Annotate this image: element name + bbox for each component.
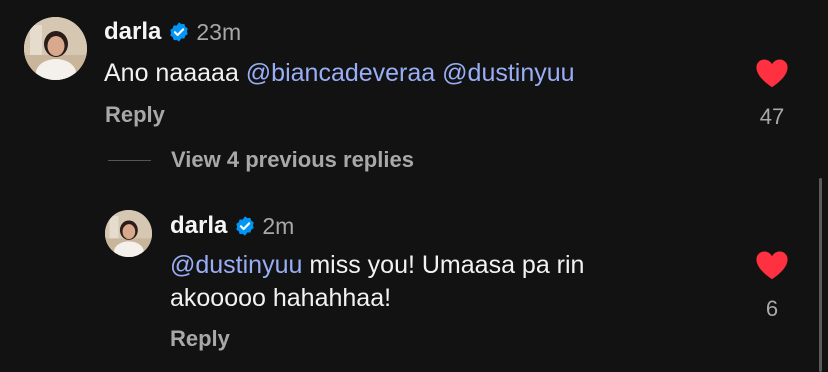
verified-badge-icon <box>168 21 190 43</box>
mention-link[interactable]: @biancadeveraa <box>246 59 435 87</box>
reply-timestamp: 2m <box>262 212 295 239</box>
mention-link[interactable]: @dustinyuu <box>442 59 574 87</box>
divider <box>108 160 151 161</box>
like-count: 6 <box>765 296 779 321</box>
reply-text-line1: miss you! Umaasa pa rin <box>302 251 585 279</box>
reply-text: @dustinyuu miss you! Umaasa pa rin akooo… <box>170 249 584 315</box>
comments-thread: darla 23m Ano naaaaa @biancadeveraa @dus… <box>0 0 828 372</box>
avatar[interactable] <box>105 210 152 257</box>
heart-icon[interactable] <box>755 250 789 285</box>
reply-button[interactable]: Reply <box>170 326 230 352</box>
comment-text-prefix: Ano naaaaa <box>104 59 246 87</box>
mention-link[interactable]: @dustinyuu <box>170 251 302 279</box>
scrollbar[interactable] <box>819 178 822 372</box>
reply-text-line2: akooooo hahahhaa! <box>170 284 392 312</box>
username[interactable]: darla <box>170 212 227 240</box>
avatar[interactable] <box>24 17 87 80</box>
comment-text: Ano naaaaa @biancadeveraa @dustinyuu <box>104 57 575 90</box>
verified-badge-icon <box>234 215 256 237</box>
like-count: 47 <box>759 104 785 129</box>
reply-header: darla 2m <box>170 212 294 240</box>
view-previous-replies-button[interactable]: View 4 previous replies <box>171 147 414 173</box>
comment-header: darla 23m <box>104 18 241 46</box>
username[interactable]: darla <box>104 18 161 46</box>
reply-text-line: @dustinyuu miss you! Umaasa pa rin <box>170 249 584 282</box>
reply-button[interactable]: Reply <box>105 102 165 128</box>
heart-icon[interactable] <box>755 58 789 93</box>
comment-timestamp: 23m <box>196 18 242 45</box>
